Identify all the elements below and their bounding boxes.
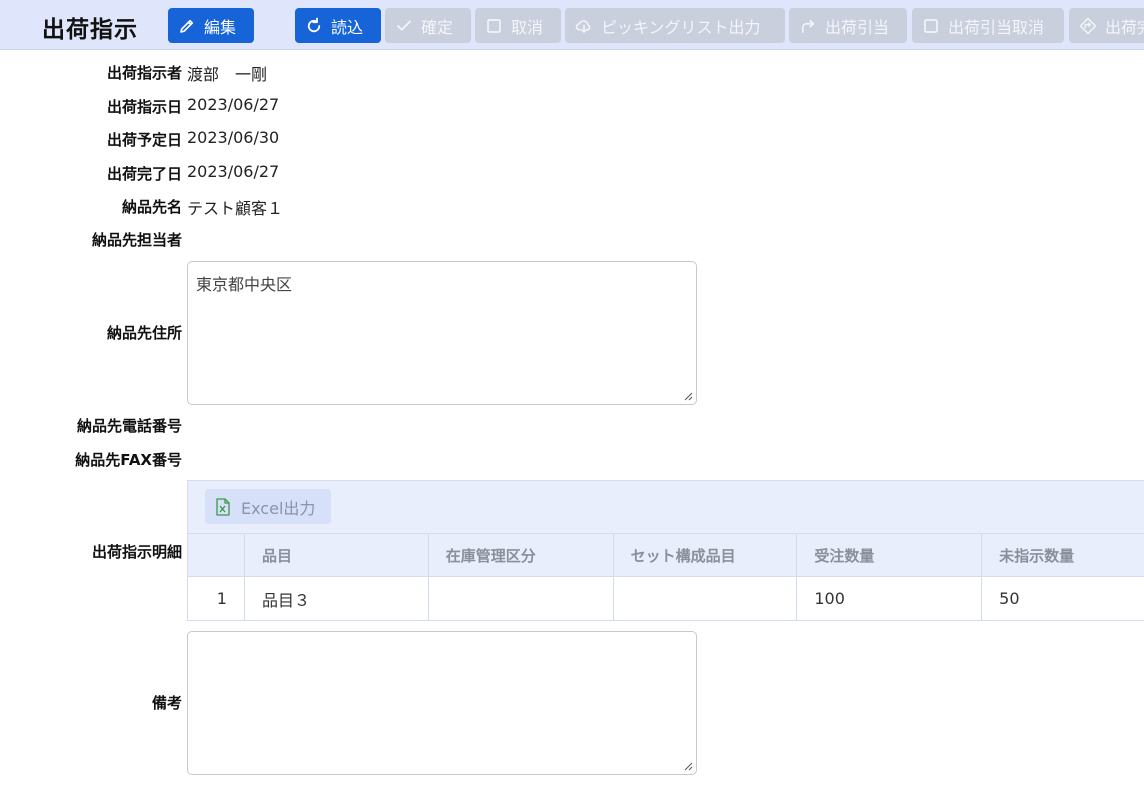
table-row[interactable]: 1 品目３ 100 50 bbox=[188, 577, 1144, 620]
shipment-details-grid: Excel出力 品目 在庫管理区分 セット構成品目 受注数量 未指示数量 1 品… bbox=[187, 480, 1144, 621]
confirm-button-label: 確定 bbox=[421, 17, 454, 37]
cancel-button[interactable]: 取消 bbox=[475, 8, 561, 43]
pencil-icon bbox=[180, 19, 194, 33]
shipment-allocate-cancel-label: 出荷引当取消 bbox=[948, 17, 1045, 37]
diamond-arrow-icon bbox=[1079, 17, 1097, 34]
cloud-download-icon bbox=[575, 19, 591, 33]
customer-name-label: 納品先名 bbox=[121, 198, 182, 216]
reload-button-label: 読込 bbox=[331, 17, 364, 37]
column-header-item[interactable]: 品目 bbox=[245, 534, 429, 576]
customer-fax-label: 納品先FAX番号 bbox=[75, 451, 182, 469]
shipment-allocate-button[interactable]: 出荷引当 bbox=[789, 8, 907, 43]
customer-phone-label: 納品先電話番号 bbox=[76, 417, 182, 435]
instruction-date-value: 2023/06/27 bbox=[187, 95, 280, 114]
customer-contact-label: 納品先担当者 bbox=[91, 231, 182, 249]
column-header-order-quantity[interactable]: 受注数量 bbox=[797, 534, 983, 576]
column-header-set-component[interactable]: セット構成品目 bbox=[614, 534, 798, 576]
shipment-allocate-cancel-button[interactable]: 出荷引当取消 bbox=[912, 8, 1064, 43]
grid-header-row: 品目 在庫管理区分 セット構成品目 受注数量 未指示数量 bbox=[188, 534, 1144, 577]
excel-export-button[interactable]: Excel出力 bbox=[205, 489, 332, 524]
shipment-complete-button[interactable]: 出荷完 bbox=[1069, 8, 1144, 43]
toolbar: 出荷指示 編集 読込 確定 取消 ピッキングリスト出力 出荷引当 出荷引当取消 … bbox=[0, 0, 1144, 50]
set-component-cell[interactable] bbox=[614, 577, 798, 620]
shipment-details-label: 出荷指示明細 bbox=[91, 543, 182, 561]
picking-list-export-button[interactable]: ピッキングリスト出力 bbox=[565, 8, 785, 43]
shipment-allocate-label: 出荷引当 bbox=[825, 17, 890, 37]
excel-file-icon bbox=[216, 497, 230, 516]
column-header-unassigned-quantity[interactable]: 未指示数量 bbox=[982, 534, 1144, 576]
instruction-date-label: 出荷指示日 bbox=[106, 98, 182, 116]
check-icon bbox=[397, 20, 411, 31]
excel-export-label: Excel出力 bbox=[241, 498, 316, 518]
instructor-label: 出荷指示者 bbox=[106, 64, 182, 82]
notes-field[interactable] bbox=[187, 631, 697, 775]
completed-date-label: 出荷完了日 bbox=[106, 165, 182, 183]
square-icon bbox=[487, 18, 501, 33]
notes-label: 備考 bbox=[151, 694, 182, 712]
resize-grip-icon[interactable] bbox=[683, 761, 693, 771]
customer-name-value: テスト顧客１ bbox=[187, 199, 284, 218]
column-header-stock-category[interactable]: 在庫管理区分 bbox=[429, 534, 614, 576]
order-quantity-cell[interactable]: 100 bbox=[797, 577, 983, 620]
customer-address-text: 東京都中央区 bbox=[196, 275, 293, 294]
picking-list-export-label: ピッキングリスト出力 bbox=[601, 17, 761, 37]
edit-button[interactable]: 編集 bbox=[168, 8, 254, 43]
square-icon bbox=[924, 18, 938, 33]
customer-address-label: 納品先住所 bbox=[106, 324, 182, 342]
cancel-button-label: 取消 bbox=[511, 17, 544, 37]
reload-icon bbox=[307, 17, 321, 32]
shipment-complete-label: 出荷完 bbox=[1105, 17, 1144, 37]
stock-category-cell[interactable] bbox=[429, 577, 614, 620]
unassigned-quantity-cell[interactable]: 50 bbox=[982, 577, 1144, 620]
confirm-button[interactable]: 確定 bbox=[385, 8, 471, 43]
instructor-value: 渡部 一剛 bbox=[187, 65, 268, 84]
customer-address-field[interactable]: 東京都中央区 bbox=[187, 261, 697, 405]
column-header-index bbox=[188, 534, 245, 576]
grid-toolbar: Excel出力 bbox=[188, 481, 1144, 534]
reload-button[interactable]: 読込 bbox=[295, 8, 381, 43]
edit-button-label: 編集 bbox=[204, 17, 237, 37]
page-title: 出荷指示 bbox=[42, 17, 138, 43]
planned-date-value: 2023/06/30 bbox=[187, 128, 280, 147]
item-cell[interactable]: 品目３ bbox=[245, 577, 429, 620]
row-index-cell: 1 bbox=[188, 577, 245, 620]
resize-grip-icon[interactable] bbox=[683, 391, 693, 401]
planned-date-label: 出荷予定日 bbox=[106, 131, 182, 149]
redo-arrow-icon bbox=[801, 19, 815, 33]
completed-date-value: 2023/06/27 bbox=[187, 162, 280, 181]
